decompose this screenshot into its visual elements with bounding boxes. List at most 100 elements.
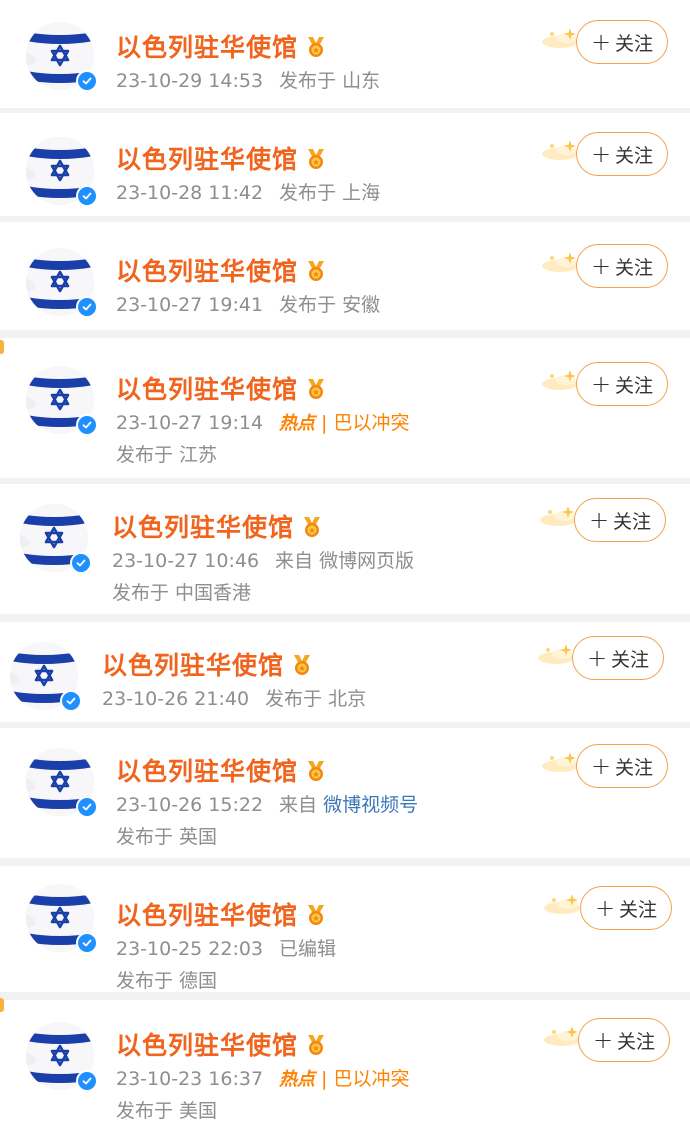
plus-icon: + bbox=[590, 252, 612, 280]
username[interactable]: 以色列驻华使馆 bbox=[116, 896, 328, 932]
follow-label: 关注 bbox=[611, 648, 650, 671]
separator: | bbox=[321, 1068, 328, 1090]
plus-icon: + bbox=[588, 506, 610, 534]
verified-badge-icon bbox=[76, 185, 98, 207]
medal-icon bbox=[304, 1033, 328, 1057]
username-text[interactable]: 以色列驻华使馆 bbox=[116, 901, 298, 930]
username[interactable]: 以色列驻华使馆 bbox=[116, 140, 328, 176]
medal-icon bbox=[304, 903, 328, 927]
edge-marker bbox=[0, 340, 4, 354]
follow-label: 关注 bbox=[615, 256, 654, 279]
hot-tag[interactable]: 热点 bbox=[279, 1069, 315, 1090]
medal-icon bbox=[304, 147, 328, 171]
post-meta: 23-10-25 22:03 已编辑 bbox=[116, 934, 336, 961]
medal-icon bbox=[304, 377, 328, 401]
plus-icon: + bbox=[590, 752, 612, 780]
avatar[interactable] bbox=[26, 748, 98, 818]
topic-link[interactable]: 巴以冲突 bbox=[333, 1068, 409, 1090]
username[interactable]: 以色列驻华使馆 bbox=[102, 646, 314, 682]
medal-icon bbox=[304, 759, 328, 783]
source-text: 微博网页版 bbox=[319, 550, 415, 572]
medal-icon bbox=[290, 653, 314, 677]
plus-icon: + bbox=[594, 894, 616, 922]
post-meta: 23-10-26 15:22 来自 微博视频号 bbox=[116, 790, 418, 817]
source-prefix: 来自 bbox=[279, 794, 318, 816]
username[interactable]: 以色列驻华使馆 bbox=[116, 28, 328, 64]
post-meta: 23-10-27 10:46 来自 微博网页版 bbox=[112, 546, 414, 573]
username-text[interactable]: 以色列驻华使馆 bbox=[116, 145, 298, 174]
edge-marker bbox=[0, 998, 4, 1012]
post-location: 发布于 美国 bbox=[116, 1100, 218, 1122]
username-text[interactable]: 以色列驻华使馆 bbox=[116, 33, 298, 62]
follow-label: 关注 bbox=[613, 510, 652, 533]
follow-label: 关注 bbox=[619, 898, 658, 921]
verified-badge-icon bbox=[76, 296, 98, 318]
follow-button[interactable]: + 关注 bbox=[572, 636, 664, 680]
avatar[interactable] bbox=[26, 137, 98, 207]
follow-label: 关注 bbox=[617, 1030, 656, 1053]
post-location: 发布于 北京 bbox=[265, 688, 367, 710]
post-time: 23-10-25 22:03 bbox=[116, 938, 264, 960]
hot-tag[interactable]: 热点 bbox=[279, 413, 315, 434]
username-text[interactable]: 以色列驻华使馆 bbox=[116, 1031, 298, 1060]
post-time: 23-10-29 14:53 bbox=[116, 70, 264, 92]
username-text[interactable]: 以色列驻华使馆 bbox=[112, 513, 294, 542]
post-meta: 23-10-28 11:42 发布于 上海 bbox=[116, 178, 380, 205]
follow-button[interactable]: + 关注 bbox=[574, 498, 666, 542]
avatar[interactable] bbox=[26, 248, 98, 318]
post-meta: 23-10-27 19:14 热点 | 巴以冲突 bbox=[116, 408, 409, 435]
post-meta: 23-10-23 16:37 热点 | 巴以冲突 bbox=[116, 1064, 409, 1091]
follow-button[interactable]: + 关注 bbox=[576, 20, 668, 64]
post-time: 23-10-27 10:46 bbox=[112, 550, 260, 572]
post-card bbox=[0, 866, 690, 992]
username[interactable]: 以色列驻华使馆 bbox=[116, 370, 328, 406]
source-link[interactable]: 微博视频号 bbox=[323, 794, 418, 816]
source-prefix: 来自 bbox=[275, 550, 314, 572]
post-time: 23-10-27 19:41 bbox=[116, 294, 264, 316]
avatar[interactable] bbox=[26, 22, 98, 92]
username-text[interactable]: 以色列驻华使馆 bbox=[116, 257, 298, 286]
plus-icon: + bbox=[592, 1026, 614, 1054]
medal-icon bbox=[300, 515, 324, 539]
username[interactable]: 以色列驻华使馆 bbox=[112, 508, 324, 544]
avatar[interactable] bbox=[20, 504, 92, 574]
post-location: 发布于 安徽 bbox=[279, 294, 381, 316]
follow-button[interactable]: + 关注 bbox=[576, 362, 668, 406]
follow-label: 关注 bbox=[615, 144, 654, 167]
post-time: 23-10-27 19:14 bbox=[116, 412, 264, 434]
username[interactable]: 以色列驻华使馆 bbox=[116, 1026, 328, 1062]
follow-button[interactable]: + 关注 bbox=[576, 744, 668, 788]
follow-button[interactable]: + 关注 bbox=[580, 886, 672, 930]
post-location: 发布于 中国香港 bbox=[112, 582, 252, 604]
verified-badge-icon bbox=[76, 796, 98, 818]
verified-badge-icon bbox=[60, 690, 82, 712]
medal-icon bbox=[304, 35, 328, 59]
avatar[interactable] bbox=[26, 366, 98, 436]
medal-icon bbox=[304, 259, 328, 283]
username[interactable]: 以色列驻华使馆 bbox=[116, 252, 328, 288]
post-location: 发布于 江苏 bbox=[116, 444, 218, 466]
post-meta: 23-10-27 19:41 发布于 安徽 bbox=[116, 290, 380, 317]
username[interactable]: 以色列驻华使馆 bbox=[116, 752, 328, 788]
follow-button[interactable]: + 关注 bbox=[576, 132, 668, 176]
username-text[interactable]: 以色列驻华使馆 bbox=[116, 757, 298, 786]
post-location: 发布于 山东 bbox=[279, 70, 381, 92]
follow-button[interactable]: + 关注 bbox=[576, 244, 668, 288]
verified-badge-icon bbox=[70, 552, 92, 574]
post-time: 23-10-28 11:42 bbox=[116, 182, 264, 204]
post-time: 23-10-23 16:37 bbox=[116, 1068, 264, 1090]
plus-icon: + bbox=[590, 370, 612, 398]
plus-icon: + bbox=[590, 140, 612, 168]
topic-link[interactable]: 巴以冲突 bbox=[333, 412, 409, 434]
follow-label: 关注 bbox=[615, 374, 654, 397]
post-time: 23-10-26 15:22 bbox=[116, 794, 264, 816]
post-meta: 23-10-26 21:40 发布于 北京 bbox=[102, 684, 366, 711]
username-text[interactable]: 以色列驻华使馆 bbox=[116, 375, 298, 404]
plus-icon: + bbox=[590, 28, 612, 56]
avatar[interactable] bbox=[26, 1022, 98, 1092]
username-text[interactable]: 以色列驻华使馆 bbox=[102, 651, 284, 680]
follow-button[interactable]: + 关注 bbox=[578, 1018, 670, 1062]
post-location: 发布于 上海 bbox=[279, 182, 381, 204]
avatar[interactable] bbox=[26, 884, 98, 954]
avatar[interactable] bbox=[10, 642, 82, 712]
